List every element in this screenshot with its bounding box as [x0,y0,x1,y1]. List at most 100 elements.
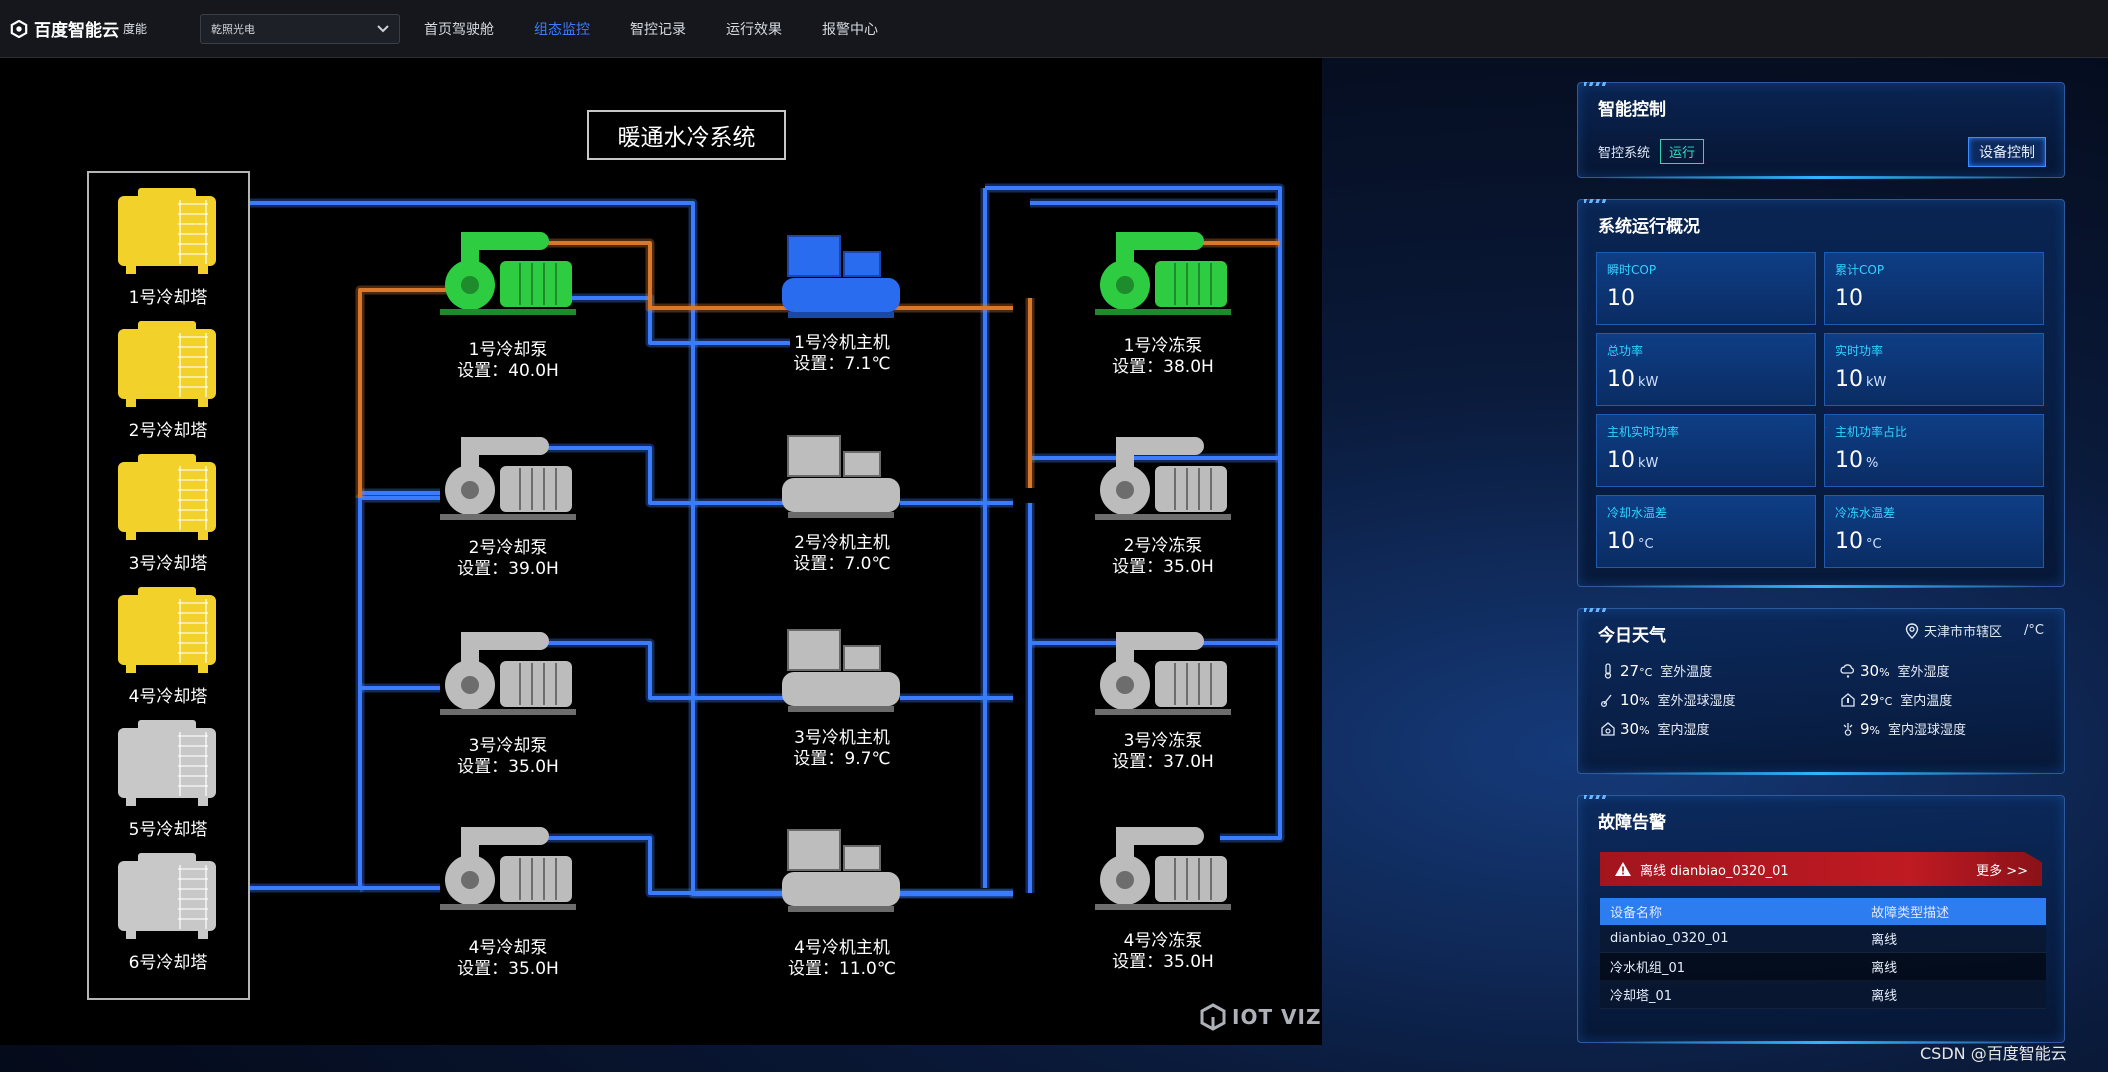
cooling-pump-label[interactable]: 1号冷却泵 设置：40.0H [457,340,559,382]
kpi-label: 实时功率 [1835,344,1884,358]
alarm-banner[interactable]: 离线 dianbiao_0320_01 更多 >> [1600,852,2042,886]
pump-outlet [461,827,549,865]
temperature-unit-toggle[interactable]: /°C [2024,623,2044,638]
cooling-pump-label[interactable]: 4号冷却泵 设置：35.0H [457,938,559,980]
equipment-setpoint: 设置：7.1℃ [793,354,891,374]
chilled-pump-label[interactable]: 3号冷冻泵 设置：37.0H [1112,731,1214,773]
kpi-grid: 瞬时COP 10 累计COP 10 总功率 10 kW 实时功率 10 kW 主机实… [1596,252,2044,568]
cooling-pump-label[interactable]: 3号冷却泵 设置：35.0H [457,736,559,778]
table-row[interactable]: 冷水机组_01 离线 [1600,952,2046,981]
control-system-row: 智控系统 运行 [1598,139,1705,164]
table-row[interactable]: dianbiao_0320_01 离线 [1600,925,2046,953]
kpi-value: 10 [1835,448,1863,473]
equipment-name: 2号冷机主机 [794,533,890,553]
equipment-name: 4号冷机主机 [794,938,890,958]
kpi-card-cumulative-cop: 累计COP 10 [1824,252,2044,325]
chilled-pump-label[interactable]: 1号冷冻泵 设置：38.0H [1112,336,1214,378]
kpi-card-host-power-ratio: 主机功率占比 10% [1824,414,2044,487]
kpi-value: 10 [1835,367,1863,392]
weather-unit: °C [1639,665,1653,679]
equipment-name: 5号冷却塔 [128,820,208,840]
pipe-running-left-glow [355,285,450,498]
chiller-base [788,512,894,518]
chilled-pump-icon [1095,232,1231,315]
pipe-cooling-return-left-glow [250,493,440,893]
alarm-more-link[interactable]: 更多 >> [1976,860,2028,879]
pump-hub [1116,676,1134,694]
chiller-base [788,312,894,318]
weather-label: 室内温度 [1900,694,1953,709]
chilled-pump-icon [1095,632,1231,715]
chiller-compressor [787,435,841,477]
chilled-pump-label[interactable]: 2号冷冻泵 设置：35.0H [1112,536,1214,578]
alarm-table: 设备名称 故障类型描述 dianbiao_0320_01 离线 冷水机组_01 … [1600,898,2046,1009]
chiller-shell [782,672,900,706]
nav-item-configuration-monitor[interactable]: 组态监控 [534,19,590,39]
column-header-device: 设备名称 [1600,898,1862,925]
pump-base [440,709,576,715]
weather-title: 今日天气 [1598,626,1666,646]
cooling-tower-label[interactable]: 2号冷却塔 [129,421,208,442]
cooling-tower-label[interactable]: 1号冷却塔 [129,288,208,309]
device-control-button[interactable]: 设备控制 [1968,137,2046,167]
nav-item-control-records[interactable]: 智控记录 [630,19,686,39]
weather-value: 27 [1620,661,1640,680]
kpi-label: 瞬时COP [1607,263,1657,277]
cooling-tower-label[interactable]: 3号冷却塔 [129,554,208,575]
weather-location[interactable]: 天津市市辖区 /°C [1905,621,2044,640]
kpi-value: 10 [1607,448,1635,473]
pump-motor [500,261,572,307]
location-text: 天津市市辖区 [1924,625,2003,640]
pump-outlet [1116,632,1204,670]
cooling-tower-label[interactable]: 5号冷却塔 [129,820,208,841]
pump-motor [1155,261,1227,307]
weather-unit: % [1879,665,1890,679]
kpi-card-total-power: 总功率 10 kW [1596,333,1816,406]
weather-value: 30 [1860,661,1880,680]
nav-item-dashboard[interactable]: 首页驾驶舱 [424,19,494,39]
weather-value: 30 [1620,719,1640,738]
nav-item-run-effect[interactable]: 运行效果 [726,19,782,39]
cooling-pump-label[interactable]: 2号冷却泵 设置：39.0H [457,538,559,580]
weather-item-indoor-humidity: 30% 室内湿度 [1600,719,1840,738]
weather-value: 29 [1860,690,1880,709]
main-nav: 首页驾驶舱 组态监控 智控记录 运行效果 报警中心 [424,19,918,39]
chilled-pump-icon [1095,827,1231,910]
weather-unit: °C [1879,694,1893,708]
pump-motor [1155,466,1227,512]
pump-outlet [461,437,549,475]
pump-base [440,514,576,520]
cooling-tower-label[interactable]: 6号冷却塔 [129,953,208,974]
chilled-pump-label[interactable]: 4号冷冻泵 设置：35.0H [1112,931,1214,973]
device-name-cell: dianbiao_0320_01 [1600,925,1862,953]
indoor-wet-bulb-icon [1843,722,1853,736]
nav-item-alarm-center[interactable]: 报警中心 [822,19,878,39]
equipment-name: 4号冷却泵 [468,938,548,958]
pump-outlet [461,632,549,670]
cooling-tower-label[interactable]: 4号冷却塔 [129,687,208,708]
pump-motor [500,856,572,902]
pipe-chiller-outlets [900,501,1013,895]
equipment-name: 4号冷却塔 [128,687,208,707]
system-overview-title: 系统运行概况 [1598,217,1700,237]
pipe-running-left [358,288,450,498]
site-select[interactable]: 乾照光电 [200,13,400,44]
equipment-setpoint: 设置：35.0H [1112,952,1214,972]
kpi-unit: kW [1866,375,1887,390]
kpi-card-realtime-power: 实时功率 10 kW [1824,333,2044,406]
kpi-unit: °C [1638,537,1654,552]
chiller-icon [782,435,900,518]
kpi-value: 10 [1835,529,1863,554]
chiller-label[interactable]: 4号冷机主机 设置：11.0℃ [788,938,896,980]
hvac-scada-panel: 暖通水冷系统 1号冷却塔 2号冷却塔 3号冷却塔 4号冷却塔 5号冷却塔 6号冷却塔 1号冷… [0,58,1322,1045]
baidu-cloud-logo-icon [10,19,28,38]
chiller-label[interactable]: 1号冷机主机 设置：7.1℃ [793,333,890,375]
table-row[interactable]: 冷却塔_01 离线 [1600,980,2046,1009]
footer-credit: CSDN @百度智能云 [1920,1044,2067,1063]
brand-subtitle: 度能 [123,22,148,36]
weather-label: 室内湿球湿度 [1888,723,1967,738]
chiller-label[interactable]: 3号冷机主机 设置：9.7℃ [793,728,890,770]
chiller-label[interactable]: 2号冷机主机 设置：7.0℃ [793,533,890,575]
brand[interactable]: 百度智能云 度能 [10,16,200,41]
chiller-compressor [787,829,841,871]
